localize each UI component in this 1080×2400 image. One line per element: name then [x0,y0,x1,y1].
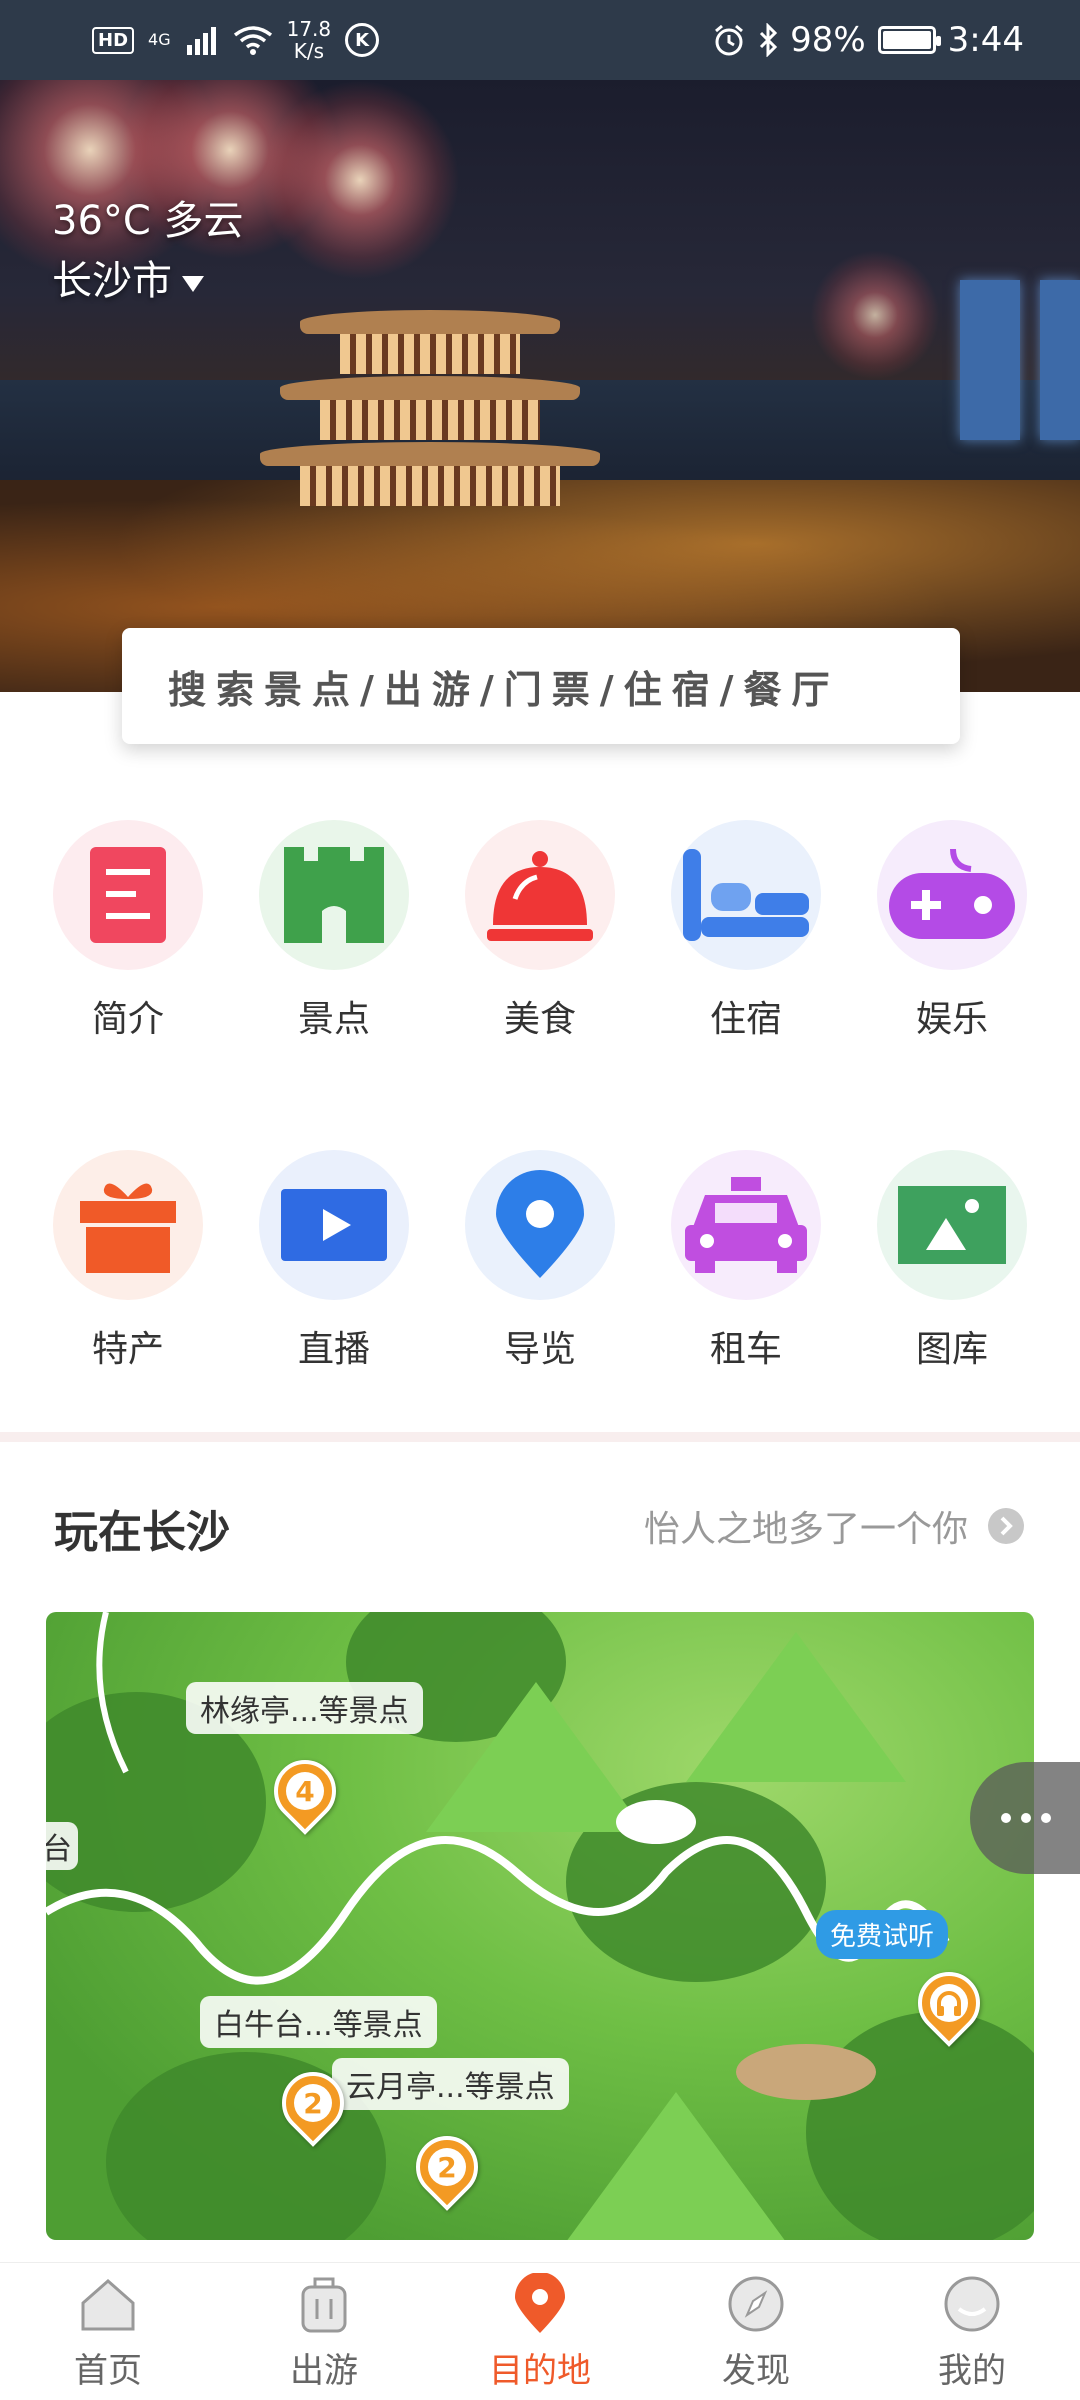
chevron-right-icon [988,1508,1024,1544]
map-label[interactable]: 云月亭...等景点 [332,2058,569,2110]
grid-item-entertainment[interactable]: 娱乐 [852,820,1052,1060]
play-icon [259,1150,409,1300]
signal-icon [186,27,216,55]
tab-label: 出游 [290,2351,358,2391]
firework-decoration [260,80,460,280]
hd-indicator: HD [92,26,135,54]
net-speed-unit: K/s [293,39,324,63]
tab-home[interactable]: 首页 [38,2273,178,2400]
gift-icon [53,1150,203,1300]
grid-item-lodging[interactable]: 住宿 [646,820,846,1060]
headphones-icon [922,1976,976,2030]
dropdown-arrow-icon [182,276,204,292]
grid-label: 特产 [91,1329,164,1370]
bed-icon [671,820,821,970]
grid-label: 住宿 [709,999,782,1040]
section-divider [0,1432,1080,1442]
taxi-icon [671,1150,821,1300]
home-icon [81,2279,135,2331]
skyscraper-decoration [960,280,1020,440]
hero-banner: 36°C 多云 长沙市 [0,80,1080,692]
section-more-link[interactable]: 怡人之地多了一个你 [644,1500,1024,1552]
free-trial-badge[interactable]: 免费试听 [816,1910,949,1959]
grid-item-gallery[interactable]: 图库 [852,1150,1052,1390]
grid-item-live[interactable]: 直播 [234,1150,434,1390]
net-speed-value: 17.8 [286,17,332,41]
more-options-button[interactable] [970,1762,1080,1874]
gallery-icon [877,1150,1027,1300]
battery-icon [877,26,941,54]
network-type: 4G [148,30,171,49]
weather-text: 36°C 多云 [52,198,244,244]
grid-label: 简介 [91,999,164,1040]
bottom-tab-bar: 首页 出游 目的地 发现 我的 [0,2262,1080,2400]
k-app-icon: K [345,23,380,57]
map-pin-count: 4 [295,1774,315,1808]
status-bar: HD 4G 17.8 K/s K 98% 3:44 [0,0,1080,80]
alarm-icon [715,24,744,56]
grid-label: 导览 [503,1329,576,1370]
grid-label: 租车 [709,1329,782,1370]
pavilion-decoration [260,300,600,530]
section-subtitle: 怡人之地多了一个你 [643,1509,968,1550]
status-right: 98% 3:44 [712,20,1024,60]
skyscraper-decoration [1040,280,1080,440]
tab-label: 首页 [74,2351,142,2391]
grid-item-food[interactable]: 美食 [440,820,640,1060]
wifi-icon [233,26,272,55]
map-pin-count: 2 [303,2086,323,2120]
grid-label: 美食 [503,999,576,1040]
location-icon [465,1150,615,1300]
city-name: 长沙市 [52,258,172,304]
gamepad-icon [877,820,1027,970]
cloche-icon [465,820,615,970]
map-label[interactable]: 林缘亭...等景点 [186,1682,423,1734]
tab-travel[interactable]: 出游 [254,2273,394,2400]
luggage-icon [301,2277,347,2333]
grid-label: 直播 [297,1329,370,1370]
firework-decoration [810,250,940,380]
grid-item-specialty[interactable]: 特产 [28,1150,228,1390]
category-grid: 简介 景点 美食 住宿 娱乐 特产 直播 导览 租车 图库 [0,820,1080,1420]
grid-item-intro[interactable]: 简介 [28,820,228,1060]
tab-label: 我的 [938,2351,1006,2391]
tab-discover[interactable]: 发现 [686,2273,826,2400]
grid-label: 娱乐 [915,999,988,1040]
grid-label: 景点 [297,999,370,1040]
grid-item-guide[interactable]: 导览 [440,1150,640,1390]
profile-icon [944,2276,1000,2332]
tab-label: 发现 [722,2351,790,2391]
map-pin-count: 2 [437,2150,457,2184]
section-title: 玩在长沙 [54,1507,230,1558]
map-label: 台 [46,1822,78,1870]
status-left: HD 4G 17.8 K/s K [92,18,380,62]
destination-icon [515,2273,565,2333]
tab-profile[interactable]: 我的 [902,2273,1042,2400]
compass-icon [728,2276,784,2332]
grid-item-attractions[interactable]: 景点 [234,820,434,1060]
clock: 3:44 [947,20,1024,60]
net-speed: 17.8 K/s [287,18,332,62]
map-label[interactable]: 白牛台...等景点 [200,1996,437,2048]
search-box[interactable]: 搜索景点/出游/门票/住宿/餐厅 [122,628,960,744]
battery-percent: 98% [790,20,866,60]
grid-label: 图库 [915,1329,988,1370]
grid-item-car-rental[interactable]: 租车 [646,1150,846,1390]
castle-icon [259,820,409,970]
city-selector[interactable]: 长沙市 [52,250,204,312]
tab-label: 目的地 [489,2351,591,2391]
tab-destination[interactable]: 目的地 [470,2273,610,2400]
intro-icon [53,820,203,970]
bluetooth-icon [760,23,778,57]
search-placeholder: 搜索景点/出游/门票/住宿/餐厅 [168,667,840,712]
